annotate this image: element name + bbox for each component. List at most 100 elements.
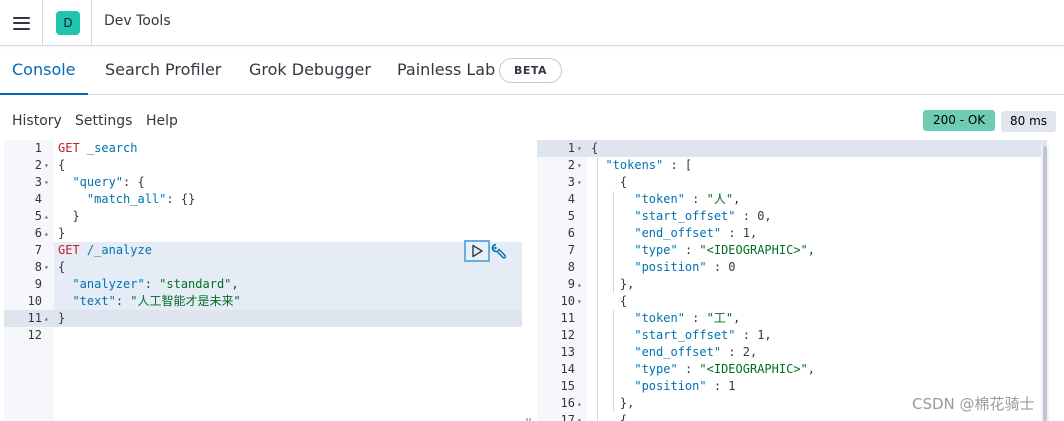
top-header: D Dev Tools: [0, 0, 1064, 46]
fold-close-icon[interactable]: ▴: [44, 310, 49, 327]
app-title: Dev Tools: [104, 13, 171, 29]
tab-painless-lab[interactable]: Painless Lab: [397, 47, 495, 95]
fold-close-icon[interactable]: ▴: [44, 208, 49, 225]
code-line[interactable]: 5 "start_offset" : 0,: [537, 208, 1047, 225]
line-number: 3: [34, 175, 42, 189]
line-number: 9: [34, 277, 42, 291]
status-badge: 200 - OK: [923, 110, 996, 131]
code-line[interactable]: 12 "start_offset" : 1,: [537, 327, 1047, 344]
line-number: 10: [560, 294, 575, 308]
code-text: "end_offset" : 1,: [634, 226, 758, 240]
code-line[interactable]: 8 ▾ {: [4, 259, 522, 276]
code-line[interactable]: 4 "token" : "人",: [537, 191, 1047, 208]
menu-button[interactable]: [0, 0, 42, 46]
code-text: "type" : "<IDEOGRAPHIC>",: [634, 243, 816, 257]
code-line[interactable]: 13 "end_offset" : 2,: [537, 344, 1047, 361]
fold-open-icon[interactable]: ▾: [577, 140, 582, 157]
fold-open-icon[interactable]: ▾: [577, 412, 582, 421]
line-number: 17: [560, 413, 575, 421]
pane-resizer[interactable]: [524, 412, 534, 421]
tab-search-profiler[interactable]: Search Profiler: [105, 47, 221, 95]
space-avatar[interactable]: D: [56, 11, 80, 35]
history-link[interactable]: History: [12, 113, 62, 129]
fold-close-icon[interactable]: ▴: [577, 276, 582, 293]
code-text: "position" : 0: [634, 260, 736, 274]
code-text: },: [591, 277, 635, 291]
code-text: },: [591, 396, 635, 410]
wrench-icon[interactable]: [490, 242, 508, 260]
code-text: GET /_analyze: [58, 243, 152, 257]
code-line[interactable]: 9 ▴ },: [537, 276, 1047, 293]
line-number: 12: [27, 328, 42, 342]
code-text: "analyzer": "standard",: [72, 277, 239, 291]
code-text: GET _search: [58, 141, 138, 155]
code-line[interactable]: 3 ▾ "query": {: [4, 174, 522, 191]
line-number: 4: [567, 192, 575, 206]
code-line[interactable]: 14 "type" : "<IDEOGRAPHIC>",: [537, 361, 1047, 378]
code-line[interactable]: 10 ▾ {: [537, 293, 1047, 310]
fold-open-icon[interactable]: ▾: [44, 174, 49, 191]
code-line[interactable]: 11 "token" : "工",: [537, 310, 1047, 327]
line-number: 10: [27, 294, 42, 308]
tab-grok-debugger[interactable]: Grok Debugger: [249, 47, 371, 95]
line-number: 1: [34, 141, 42, 155]
code-line[interactable]: 12: [4, 327, 522, 344]
code-text: "end_offset" : 2,: [634, 345, 758, 359]
help-link[interactable]: Help: [146, 113, 178, 129]
code-line[interactable]: 10 "text": "人工智能才是未来": [4, 293, 522, 310]
line-number: 2: [567, 158, 575, 172]
line-number: 15: [560, 379, 575, 393]
code-line[interactable]: 4 "match_all": {}: [4, 191, 522, 208]
line-number: 7: [34, 243, 42, 257]
fold-open-icon[interactable]: ▾: [577, 174, 582, 191]
settings-link[interactable]: Settings: [75, 113, 132, 129]
line-number: 13: [560, 345, 575, 359]
code-text: "token" : "人",: [634, 192, 741, 206]
code-text: }: [58, 311, 66, 325]
fold-open-icon[interactable]: ▾: [577, 293, 582, 310]
code-line[interactable]: 1 GET _search: [4, 140, 522, 157]
line-number: 16: [560, 396, 575, 410]
line-number: 12: [560, 328, 575, 342]
code-text: {: [591, 141, 599, 155]
request-editor[interactable]: 1 GET _search 2 ▾{3 ▾ "query": {4 "match_all…: [4, 140, 522, 421]
fold-close-icon[interactable]: ▴: [44, 225, 49, 242]
code-line[interactable]: 7 "type" : "<IDEOGRAPHIC>",: [537, 242, 1047, 259]
play-icon: [472, 244, 483, 258]
response-editor[interactable]: 1 ▾{2 ▾ "tokens" : [3 ▾ {4 "token" : "人", 5 …: [537, 140, 1047, 421]
code-line[interactable]: 6 ▴}: [4, 225, 522, 242]
code-text: {: [58, 260, 66, 274]
code-text: {: [591, 413, 628, 421]
header-separator: [42, 0, 43, 46]
fold-open-icon[interactable]: ▾: [44, 259, 49, 276]
fold-open-icon[interactable]: ▾: [577, 157, 582, 174]
code-line[interactable]: 9 "analyzer": "standard",: [4, 276, 522, 293]
code-text: }: [58, 226, 66, 240]
code-text: {: [591, 175, 628, 189]
response-scroll-thumb[interactable]: [1043, 146, 1047, 421]
send-request-button[interactable]: [464, 240, 490, 262]
watermark: CSDN @棉花骑士: [912, 395, 1035, 413]
code-line[interactable]: 2 ▾ "tokens" : [: [537, 157, 1047, 174]
code-text: "type" : "<IDEOGRAPHIC>",: [634, 362, 816, 376]
code-line[interactable]: 7 GET /_analyze: [4, 242, 522, 259]
line-number: 1: [567, 141, 575, 155]
code-text: "start_offset" : 1,: [634, 328, 772, 342]
code-line[interactable]: 3 ▾ {: [537, 174, 1047, 191]
tab-bar: Console Search Profiler Grok Debugger Pa…: [0, 47, 1064, 95]
fold-close-icon[interactable]: ▴: [577, 395, 582, 412]
line-number: 6: [34, 226, 42, 240]
code-text: "text": "人工智能才是未来": [72, 294, 241, 308]
code-line[interactable]: 1 ▾ {: [537, 140, 1047, 157]
fold-open-icon[interactable]: ▾: [44, 157, 49, 174]
code-line[interactable]: 8 "position" : 0: [537, 259, 1047, 276]
code-line[interactable]: 2 ▾ {: [4, 157, 522, 174]
code-line[interactable]: 6 "end_offset" : 1,: [537, 225, 1047, 242]
beta-badge: BETA: [499, 58, 563, 83]
line-number: 8: [34, 260, 42, 274]
line-number: 4: [34, 192, 42, 206]
code-line[interactable]: 11 ▴}: [4, 310, 522, 327]
tab-console[interactable]: Console: [0, 47, 88, 95]
code-line[interactable]: 5 ▴ }: [4, 208, 522, 225]
line-number: 6: [567, 226, 575, 240]
